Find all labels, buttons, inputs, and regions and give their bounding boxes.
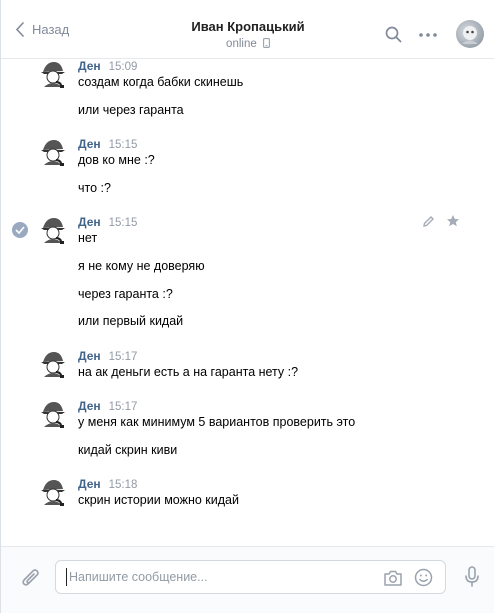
message-text: нет [78,231,98,245]
microphone-icon[interactable] [464,566,480,588]
author-name[interactable]: Ден [78,59,101,73]
message-text: на ак деньги есть а на гаранта нету :? [78,365,299,379]
sherlock-avatar-icon[interactable] [38,399,68,429]
message-input[interactable] [66,568,366,586]
more-options-icon[interactable] [419,33,437,37]
message-header: Ден 15:15 [78,137,137,151]
message-text: у меня как минимум 5 вариантов проверить… [78,415,356,429]
message-time[interactable]: 15:18 [109,479,138,491]
message-feed[interactable]: Ден 15:09 создам когда бабки скинешь или … [1,59,494,546]
message-text: дов ко мне :? [78,153,155,167]
contact-avatar[interactable] [456,20,484,48]
author-name[interactable]: Ден [78,215,101,229]
message-composer [1,546,494,613]
sherlock-avatar-icon[interactable] [38,59,68,89]
status-text: online [226,38,257,50]
selected-check-icon[interactable] [12,222,28,238]
sherlock-avatar-icon[interactable] [38,137,68,167]
message-time[interactable]: 15:17 [109,351,138,363]
message-time[interactable]: 15:09 [109,61,138,73]
message-text: я не кому не доверяю [78,259,205,273]
search-icon[interactable] [385,26,402,43]
paperclip-icon[interactable] [21,567,41,589]
message-text: или через гаранта [78,103,184,117]
contact-name[interactable]: Иван Кропацький [1,19,494,34]
message-text: скрин истории можно кидай [78,493,239,507]
message-text: кидай скрин киви [78,443,178,457]
message-text: создам когда бабки скинешь [78,75,244,89]
message-text: что :? [78,181,111,195]
avatar-image [462,26,478,44]
message-header: Ден 15:17 [78,399,137,413]
star-icon[interactable] [446,214,460,228]
message-text: или первый кидай [78,314,184,328]
message-header: Ден 15:18 [78,477,137,491]
chat-header: Назад Иван Кропацький online [1,0,494,59]
author-name[interactable]: Ден [78,137,101,151]
edit-pencil-icon[interactable] [422,215,435,228]
message-header: Ден 15:09 [78,59,137,73]
messenger-window: Назад Иван Кропацький online Ден 15:09 со… [0,0,494,613]
camera-icon[interactable] [383,569,403,587]
smile-icon[interactable] [414,568,433,587]
sherlock-avatar-icon[interactable] [38,215,68,245]
mobile-phone-icon [263,38,270,48]
message-text: через гаранта :? [78,287,173,301]
contact-status: online [1,38,494,50]
message-header: Ден 15:17 [78,349,137,363]
author-name[interactable]: Ден [78,399,101,413]
message-time[interactable]: 15:17 [109,401,138,413]
author-name[interactable]: Ден [78,349,101,363]
message-input-box[interactable] [55,560,446,594]
sherlock-avatar-icon[interactable] [38,477,68,507]
author-name[interactable]: Ден [78,477,101,491]
message-time[interactable]: 15:15 [109,139,138,151]
message-time[interactable]: 15:15 [109,217,138,229]
sherlock-avatar-icon[interactable] [38,349,68,379]
message-header: Ден 15:15 [78,215,137,229]
